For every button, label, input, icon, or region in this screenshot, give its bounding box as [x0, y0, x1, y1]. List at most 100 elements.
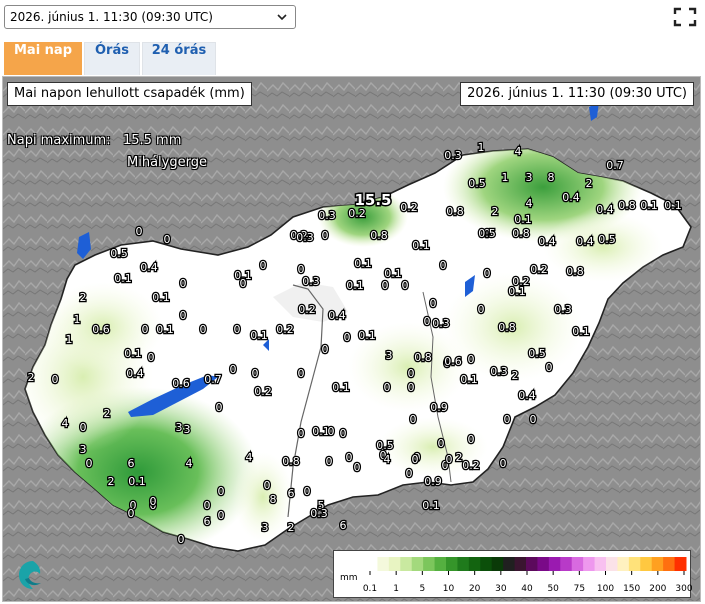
station-value: 0.1 — [156, 323, 174, 336]
station-value: 0.5 — [598, 233, 616, 246]
station-value: 1 — [478, 141, 485, 154]
station-value: 0 — [384, 381, 391, 394]
legend-tick-label: 200 — [649, 584, 666, 594]
legend-color-swatch — [423, 557, 436, 571]
station-value: 0 — [86, 457, 93, 470]
station-value: 0.3 — [302, 275, 320, 288]
station-value: 8 — [548, 171, 555, 184]
station-value: 0 — [504, 413, 511, 426]
station-value: 6 — [288, 487, 295, 500]
station-value: 0.8 — [282, 455, 300, 468]
date-time-select-value: 2026. június 1. 11:30 (09:30 UTC) — [10, 10, 213, 24]
station-value: 0.6 — [172, 377, 190, 390]
station-value: 0 — [408, 381, 415, 394]
tab-24-oras[interactable]: 24 órás — [142, 42, 216, 75]
station-value: 0 — [148, 351, 155, 364]
station-value: 0 — [406, 467, 413, 480]
station-value: 0.1 — [346, 279, 364, 292]
station-value: 0.2 — [276, 323, 294, 336]
station-value: 0.2 — [462, 459, 480, 472]
daily-maximum-location: Mihálygerge — [127, 155, 207, 170]
legend-tick-label: 1 — [393, 584, 399, 594]
legend-color-swatch — [400, 557, 413, 571]
station-value: 0 — [546, 361, 553, 374]
station-value: 0.2 — [254, 385, 272, 398]
precipitation-map[interactable]: 0.3 1 4 0.7 1 3 8 2 0.5 0.4 0.2 0.8 0.1 0.1 0.8 2 4 0.4 0.… — [2, 76, 701, 602]
station-value: 0.1 — [514, 213, 532, 226]
maximum-value-label: 15.5 — [354, 191, 391, 209]
station-value: 0 — [468, 353, 475, 366]
legend-tick-label: 300 — [675, 584, 692, 594]
date-time-select[interactable]: 2026. június 1. 11:30 (09:30 UTC) — [4, 5, 296, 29]
station-value: 0 — [438, 437, 445, 450]
station-value: 2 — [288, 521, 295, 534]
station-value: 0 — [234, 323, 241, 336]
station-value: 4 — [62, 417, 69, 430]
legend-color-swatch — [606, 557, 618, 571]
station-value: 0.5 — [478, 227, 496, 240]
station-value: 0 — [142, 323, 149, 336]
station-value: 0.4 — [576, 235, 594, 248]
fullscreen-icon[interactable] — [672, 6, 698, 28]
legend-tick-label: 150 — [623, 584, 640, 594]
legend-tick-label: 100 — [597, 584, 614, 594]
map-title: Mai napon lehullott csapadék (mm) — [7, 82, 252, 106]
station-value: 0 — [468, 433, 475, 446]
station-value: 0.4 — [518, 389, 536, 402]
tab-mai-nap[interactable]: Mai nap — [4, 42, 82, 75]
legend-color-swatch — [674, 557, 687, 571]
station-value: 0 — [298, 427, 305, 440]
station-value: 0 — [216, 401, 223, 414]
station-value: 0 — [230, 363, 237, 376]
legend-color-swatch — [663, 557, 676, 571]
station-value: 0.8 — [370, 229, 388, 242]
station-value: 1 — [74, 313, 81, 326]
legend-color-swatch — [537, 557, 550, 571]
daily-maximum-label: Napi maximum: 15.5 mm — [7, 133, 182, 148]
station-value: 0.3 — [444, 149, 462, 162]
legend-color-swatch — [583, 557, 596, 571]
station-value: 0.1 — [422, 499, 440, 512]
legend-color-swatch — [491, 557, 504, 571]
station-value: 0.9 — [430, 401, 448, 414]
station-value: 0 — [478, 303, 485, 316]
station-value: 3 — [184, 423, 191, 436]
station-value: 0.1 — [152, 291, 170, 304]
legend-color-swatch — [468, 557, 481, 571]
station-value: 4 — [526, 197, 533, 210]
legend-tick-label: 30 — [495, 584, 507, 594]
station-value: 0 — [218, 485, 225, 498]
station-value: 0.8 — [446, 205, 464, 218]
legend-color-bar: 0.1 1 5 10 20 30 40 50 75 100 150 200 300 — [363, 557, 692, 594]
station-value: 0 — [408, 367, 415, 380]
station-value: 0 — [164, 233, 171, 246]
legend-color-swatch — [457, 557, 470, 571]
station-value: 2 — [108, 475, 115, 488]
station-value: 0.2 — [298, 303, 316, 316]
station-value: 0.4 — [328, 309, 346, 322]
station-value: 0 — [252, 367, 259, 380]
station-value: 2 — [512, 369, 519, 382]
station-value: 3 — [386, 349, 393, 362]
station-value: 3 — [526, 171, 533, 184]
station-value: 0.2 — [400, 201, 418, 214]
legend-color-swatch — [514, 557, 527, 571]
legend-color-swatch — [651, 557, 664, 571]
station-value: 3 — [80, 443, 87, 456]
station-value: 0 — [178, 533, 185, 546]
station-value: 0 — [136, 225, 143, 238]
legend-tick-label: 50 — [547, 584, 559, 594]
legend-tick-label: 20 — [469, 584, 481, 594]
station-value: 0.4 — [538, 235, 556, 248]
map-timestamp: 2026. június 1. 11:30 (09:30 UTC) — [460, 82, 694, 106]
station-value: 0 — [530, 413, 537, 426]
station-value: 0.7 — [606, 159, 624, 172]
station-value: 0 — [402, 279, 409, 292]
legend-color-swatch — [571, 557, 584, 571]
station-value: 0 — [180, 309, 187, 322]
tab-oras[interactable]: Órás — [84, 42, 140, 75]
legend-color-swatch — [434, 557, 447, 571]
station-value: 6 — [128, 457, 135, 470]
station-value: 0.1 — [114, 272, 132, 285]
station-value: 0.3 — [310, 507, 328, 520]
